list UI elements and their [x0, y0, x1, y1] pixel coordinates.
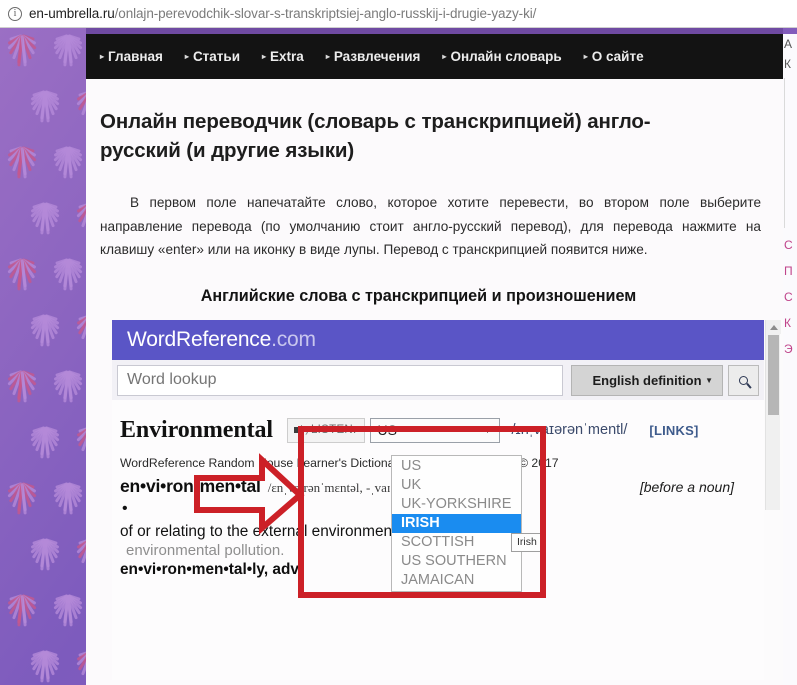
word-lookup-input[interactable]: [117, 364, 563, 396]
sidebar-link[interactable]: Э: [783, 336, 797, 362]
links-tag[interactable]: [LINKS]: [649, 423, 698, 438]
pattern-feather-icon: [23, 84, 69, 142]
accent-option-jamaican[interactable]: JAMAICAN: [392, 571, 521, 590]
nav-item-glavnaya[interactable]: ▸ Главная: [100, 49, 163, 64]
scrollbar-up-button[interactable]: [766, 320, 781, 335]
caret-icon: ▸: [442, 51, 447, 61]
nav-item-label: Онлайн словарь: [450, 49, 562, 64]
nav-item-razvlecheniya[interactable]: ▸ Развлечения: [326, 49, 421, 64]
caret-icon: ▸: [325, 51, 330, 61]
nav-item-extra[interactable]: ▸ Extra: [262, 49, 304, 64]
nav-item-o-sajte[interactable]: ▸ О сайте: [584, 49, 644, 64]
logo-main: WordReference: [127, 328, 272, 352]
grammar-note: [before a noun]: [639, 479, 734, 496]
pattern-feather-icon: [0, 28, 46, 86]
wordreference-search-row: English definition ▼: [112, 360, 764, 401]
pattern-feather-icon: [23, 532, 69, 590]
browser-url-bar[interactable]: i en-umbrella.ru/onlajn-perevodchik-slov…: [0, 0, 797, 28]
pattern-feather-icon: [23, 308, 69, 366]
listen-control[interactable]: LISTEN:: [286, 417, 365, 443]
chevron-down-icon: ▼: [483, 425, 492, 435]
dictionary-select[interactable]: English definition ▼: [571, 364, 723, 396]
caret-icon: ▸: [583, 51, 588, 61]
accent-option-scottish[interactable]: SCOTTISH: [392, 533, 521, 552]
pattern-feather-icon: [0, 140, 46, 198]
logo-dotcom: .com: [271, 328, 316, 352]
scrollbar-thumb[interactable]: [767, 335, 779, 416]
syllabified-ipa: /ɛnˌvaɪrənˈmɛntəl, -ˌvaɪ-/: [267, 480, 399, 496]
sidebar-link[interactable]: С: [783, 232, 797, 258]
headword: Environmental: [120, 416, 273, 443]
accent-option-uk-yorkshire[interactable]: UK-YORKSHIRE: [392, 495, 521, 514]
wordreference-logo[interactable]: WordReference.com: [127, 328, 316, 352]
pattern-feather-icon: [0, 476, 46, 534]
sidebar-text-1: A: [784, 37, 793, 51]
pattern-feather-icon: [0, 588, 46, 646]
accent-option-irish[interactable]: IRISH: [392, 514, 521, 533]
pattern-feather-icon: [23, 420, 69, 478]
sidebar-link[interactable]: С: [783, 284, 797, 310]
site-info-icon[interactable]: i: [8, 6, 22, 21]
wordreference-header: WordReference.com: [112, 320, 764, 361]
url-path: /onlajn-perevodchik-slovar-s-transkripts…: [114, 6, 537, 21]
article-body: Онлайн переводчик (словарь с транскрипци…: [86, 79, 784, 685]
nav-item-label: Статьи: [192, 49, 241, 64]
listen-label: LISTEN:: [310, 424, 357, 437]
sidebar-box: [784, 78, 796, 228]
site-navigation: ▸ Главная ▸ Статьи ▸ Extra ▸ Развлечения…: [86, 34, 783, 79]
search-button[interactable]: [728, 364, 759, 396]
sidebar-text-2: К: [784, 57, 791, 71]
magnifier-icon: [739, 375, 748, 385]
accent-option-uk[interactable]: UK: [392, 476, 521, 495]
pattern-feather-icon: [0, 252, 46, 310]
accent-select-value: US: [377, 422, 397, 439]
accent-dropdown-list[interactable]: US UK UK-YORKSHIRE IRISH SCOTTISH US SOUTHERN…: [391, 455, 522, 592]
accent-option-us-southern[interactable]: US SOUTHERN: [392, 552, 521, 571]
right-sidebar-partial: A К С П С К Э: [783, 34, 797, 685]
url-host: en-umbrella.ru: [29, 6, 115, 21]
caret-icon: ▸: [184, 51, 189, 61]
page-title: Онлайн переводчик (словарь с транскрипци…: [100, 110, 651, 163]
url-text: en-umbrella.ru/onlajn-perevodchik-slovar…: [29, 6, 536, 21]
accent-tooltip: Irish: [511, 533, 543, 552]
sidebar-link[interactable]: П: [783, 258, 797, 284]
caret-icon: ▸: [262, 51, 267, 61]
nav-item-stati[interactable]: ▸ Статьи: [185, 49, 240, 64]
widget-scrollbar[interactable]: [765, 320, 781, 511]
section-heading: Английские слова с транскрипцией и произ…: [200, 287, 637, 306]
nav-item-label: Главная: [108, 49, 163, 64]
accent-select[interactable]: US ▼: [369, 417, 500, 443]
speaker-icon: [293, 424, 308, 436]
nav-item-label: Развлечения: [333, 49, 421, 64]
accent-option-us[interactable]: US: [392, 457, 521, 476]
dictionary-select-value: English definition: [592, 372, 702, 388]
nav-item-onlajn-slovar[interactable]: ▸ Онлайн словарь: [442, 49, 561, 64]
chevron-up-icon: [769, 324, 778, 330]
chevron-down-icon: ▼: [705, 375, 713, 385]
nav-item-label: О сайте: [591, 49, 644, 64]
caret-icon: ▸: [100, 51, 105, 61]
pattern-feather-icon: [23, 644, 69, 685]
phonetic-transcription: /ɪnˌvaɪərənˈmentl/: [511, 422, 628, 439]
intro-paragraph: В первом поле напечатайте слово, которое…: [100, 195, 761, 257]
nav-item-label: Extra: [270, 49, 304, 64]
pattern-feather-icon: [23, 196, 69, 254]
syllabified-headword: en•vi•ron•men•tal: [120, 476, 261, 497]
sidebar-link[interactable]: К: [783, 310, 797, 336]
pattern-feather-icon: [0, 364, 46, 422]
entry-header-row: Environmental LISTEN: US ▼ /ɪnˌvaɪərənˈm…: [112, 414, 764, 446]
